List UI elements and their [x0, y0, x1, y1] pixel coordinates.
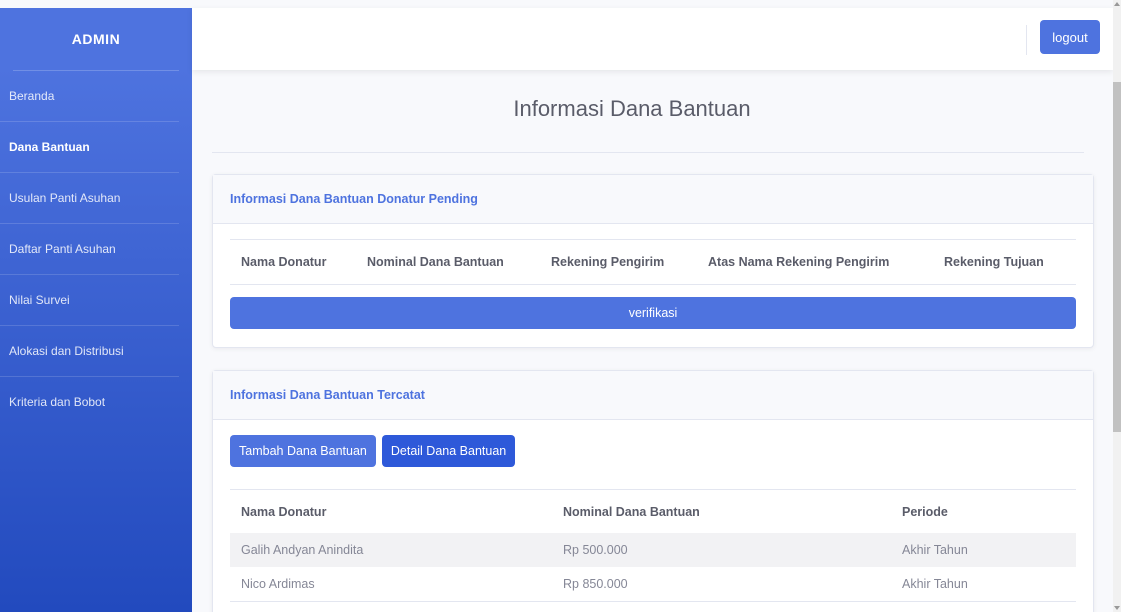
col-nama-donatur: Nama Donatur	[241, 505, 327, 519]
verify-button[interactable]: verifikasi	[230, 297, 1076, 329]
scroll-up-icon[interactable]	[1114, 2, 1120, 6]
sidebar-item-alokasi-distribusi[interactable]: Alokasi dan Distribusi	[0, 326, 179, 377]
sidebar-item-nilai-survei[interactable]: Nilai Survei	[0, 275, 179, 326]
topbar: logout	[192, 8, 1113, 70]
sidebar: ADMIN Beranda Dana Bantuan Usulan Panti …	[0, 8, 192, 612]
topbar-divider	[1026, 25, 1027, 55]
col-rekening-pengirim: Rekening Pengirim	[551, 255, 665, 269]
pending-donations-card: Informasi Dana Bantuan Donatur Pending N…	[212, 174, 1094, 348]
pending-card-title: Informasi Dana Bantuan Donatur Pending	[213, 175, 1093, 224]
recorded-card-title: Informasi Dana Bantuan Tercatat	[213, 371, 1093, 420]
sidebar-item-dana-bantuan[interactable]: Dana Bantuan	[0, 122, 179, 173]
sidebar-item-kriteria-bobot[interactable]: Kriteria dan Bobot	[0, 377, 179, 427]
cell-nominal: Rp 850.000	[563, 577, 628, 591]
recorded-table-header: Nama Donatur Nominal Dana Bantuan Period…	[230, 489, 1076, 535]
pending-table-header: Nama Donatur Nominal Dana Bantuan Rekeni…	[230, 239, 1076, 285]
cell-nama-donatur: Galih Andyan Anindita	[241, 543, 364, 557]
recorded-donations-card: Informasi Dana Bantuan Tercatat Tambah D…	[212, 370, 1094, 612]
sidebar-brand[interactable]: ADMIN	[0, 8, 192, 70]
cell-periode: Akhir Tahun	[902, 577, 968, 591]
scroll-down-icon[interactable]	[1114, 606, 1120, 610]
app: ADMIN Beranda Dana Bantuan Usulan Panti …	[0, 0, 1121, 612]
sidebar-item-beranda[interactable]: Beranda	[0, 71, 179, 122]
col-nominal-dana-bantuan: Nominal Dana Bantuan	[367, 255, 504, 269]
sidebar-item-daftar-panti-asuhan[interactable]: Daftar Panti Asuhan	[0, 224, 179, 275]
cell-nominal: Rp 500.000	[563, 543, 628, 557]
col-periode: Periode	[902, 505, 948, 519]
col-nominal-dana-bantuan: Nominal Dana Bantuan	[563, 505, 700, 519]
cell-nama-donatur: Nico Ardimas	[241, 577, 315, 591]
col-rekening-tujuan: Rekening Tujuan	[944, 255, 1044, 269]
table-row: Galih Andyan Anindita Rp 500.000 Akhir T…	[230, 533, 1076, 568]
sidebar-item-usulan-panti-asuhan[interactable]: Usulan Panti Asuhan	[0, 173, 179, 224]
page-title: Informasi Dana Bantuan	[513, 96, 751, 121]
col-atas-nama-rekening: Atas Nama Rekening Pengirim	[708, 255, 890, 269]
recorded-actions: Tambah Dana Bantuan Detail Dana Bantuan	[230, 435, 516, 467]
scrollbar-thumb[interactable]	[1113, 82, 1121, 432]
cell-periode: Akhir Tahun	[902, 543, 968, 557]
donation-detail-button[interactable]: Detail Dana Bantuan	[381, 435, 516, 467]
title-divider	[212, 152, 1084, 153]
page-scrollbar[interactable]	[1113, 0, 1121, 612]
logout-button[interactable]: logout	[1040, 20, 1100, 54]
add-donation-button[interactable]: Tambah Dana Bantuan	[230, 435, 376, 467]
col-nama-donatur: Nama Donatur	[241, 255, 327, 269]
main-content: Informasi Dana Bantuan Informasi Dana Ba…	[192, 70, 1113, 612]
table-row: Nico Ardimas Rp 850.000 Akhir Tahun	[230, 567, 1076, 602]
